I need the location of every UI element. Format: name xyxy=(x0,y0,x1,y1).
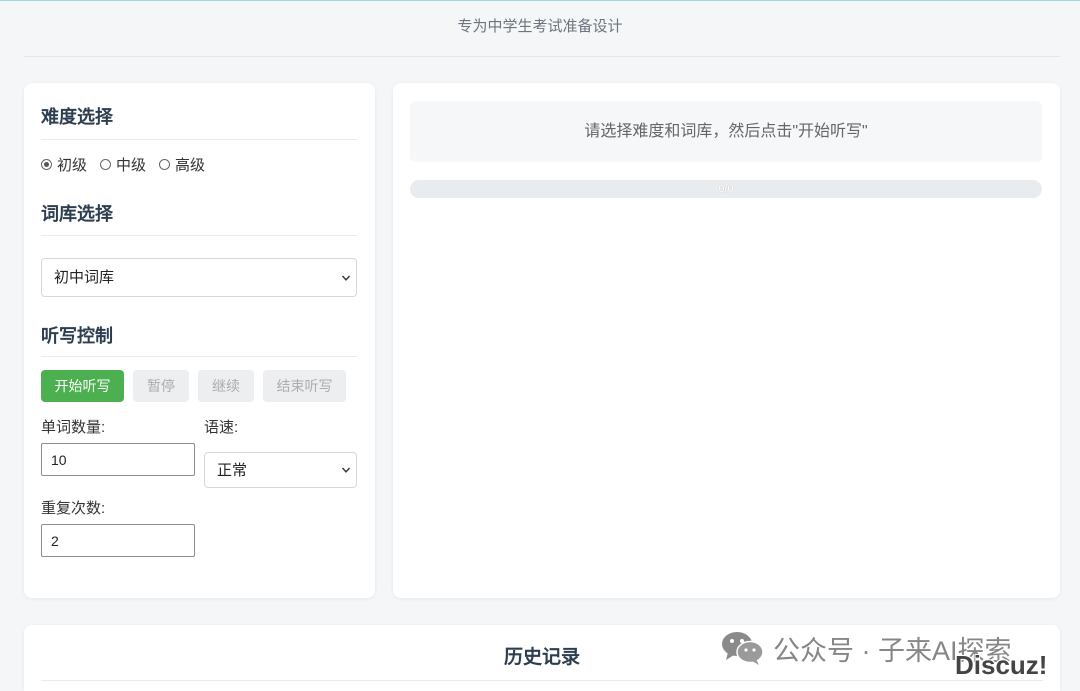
difficulty-option-beginner[interactable]: 初级 xyxy=(41,154,87,175)
difficulty-divider xyxy=(41,139,357,140)
difficulty-label-intermediate: 中级 xyxy=(116,156,147,174)
header-divider xyxy=(24,56,1060,57)
word-count-label: 单词数量: xyxy=(41,419,106,436)
controls-title: 听写控制 xyxy=(41,326,113,346)
progress-bar: 0/0 xyxy=(410,180,1042,198)
difficulty-radio-group: 初级 中级 高级 xyxy=(41,154,218,174)
wordbank-dropdown[interactable]: 初中词库 xyxy=(41,258,357,297)
difficulty-radio-advanced[interactable] xyxy=(159,158,171,170)
controls-divider xyxy=(41,356,357,357)
progress-text: 0/0 xyxy=(718,183,734,195)
resume-button[interactable]: 继续 xyxy=(198,370,254,402)
difficulty-radio-beginner[interactable] xyxy=(41,158,52,170)
settings-panel: 难度选择 初级 中级 高级 词库选择 初中词库 听写控制 开始听写 暂停 继续 … xyxy=(24,83,375,598)
difficulty-title: 难度选择 xyxy=(41,107,113,127)
difficulty-option-intermediate[interactable]: 中级 xyxy=(100,154,146,175)
difficulty-option-advanced[interactable]: 高级 xyxy=(159,154,205,175)
word-count-input[interactable] xyxy=(41,443,195,476)
end-dictation-button[interactable]: 结束听写 xyxy=(263,370,346,402)
start-dictation-button[interactable]: 开始听写 xyxy=(41,370,124,402)
repeat-count-label: 重复次数: xyxy=(41,500,106,517)
speed-dropdown[interactable]: 正常 xyxy=(204,452,357,488)
page-subtitle: 专为中学生考试准备设计 xyxy=(457,18,623,35)
speed-label: 语速: xyxy=(204,419,239,436)
repeat-count-input[interactable] xyxy=(41,524,195,557)
wechat-icon xyxy=(722,632,764,665)
wordbank-select[interactable]: 初中词库 xyxy=(41,258,357,297)
wordbank-title: 词库选择 xyxy=(41,204,113,224)
difficulty-label-advanced: 高级 xyxy=(175,156,206,174)
top-accent-line xyxy=(0,0,1080,1)
status-message: 请选择难度和词库，然后点击"开始听写" xyxy=(410,101,1042,162)
wordbank-divider xyxy=(41,235,357,236)
difficulty-label-beginner: 初级 xyxy=(57,156,88,174)
speed-select[interactable]: 正常 xyxy=(204,452,357,488)
dictation-panel: 请选择难度和词库，然后点击"开始听写" 0/0 xyxy=(393,83,1060,598)
pause-button[interactable]: 暂停 xyxy=(133,370,189,402)
discuz-watermark: Discuz! xyxy=(955,650,1048,680)
history-divider xyxy=(41,680,1043,681)
difficulty-radio-intermediate[interactable] xyxy=(100,158,112,170)
